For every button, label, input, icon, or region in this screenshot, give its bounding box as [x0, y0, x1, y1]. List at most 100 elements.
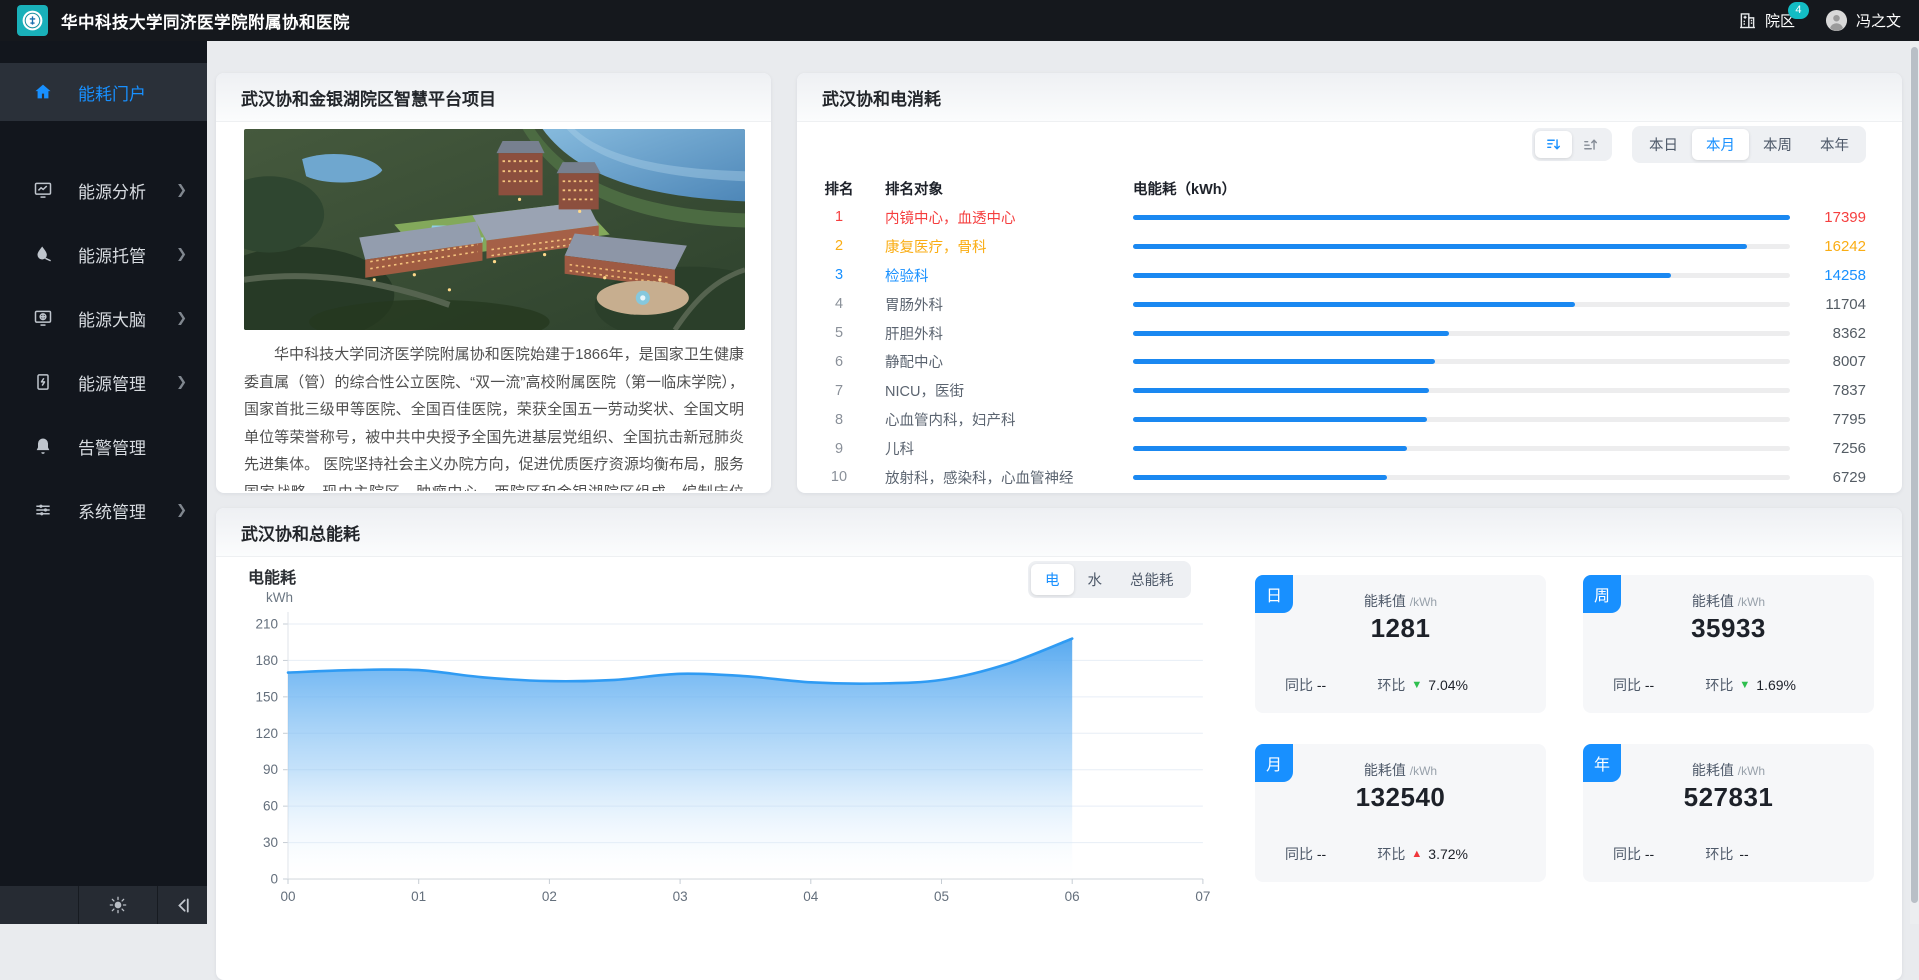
yoy-value: --	[1317, 846, 1326, 862]
yoy-label: 同比	[1613, 677, 1645, 693]
svg-text:01: 01	[411, 889, 426, 904]
sidebar-item-energy-hosting[interactable]: 能源托管❯	[0, 222, 207, 286]
time-tab-0[interactable]: 本日	[1635, 129, 1692, 160]
rank-value: 16242	[1804, 238, 1866, 255]
ranking-row: 5肝胆外科8362	[823, 319, 1866, 348]
energy-area-chart[interactable]: 03060901201501802100001020304050607kWh	[240, 582, 1230, 932]
page-scrollbar-thumb[interactable]	[1911, 47, 1918, 903]
stat-card-label: 能耗值 /kWh	[1583, 760, 1874, 780]
ranking-row: 9儿科7256	[823, 434, 1866, 463]
ranking-row: 8心血管内科，妇产科7795	[823, 405, 1866, 434]
rank-bar-track	[1133, 388, 1790, 393]
ranking-row: 10放射科，感染科，心血管神经6729	[823, 463, 1866, 492]
hospital-logo-icon	[17, 5, 48, 36]
stat-card-月: 月能耗值 /kWh132540同比 --环比▲3.72%	[1255, 744, 1546, 882]
rank-target-name: 心血管内科，妇产科	[885, 409, 1133, 430]
time-tab-2[interactable]: 本周	[1749, 129, 1806, 160]
rank-bar-fill	[1133, 388, 1429, 393]
project-panel-title: 武汉协和金银湖院区智慧平台项目	[241, 85, 496, 110]
yoy-value: --	[1645, 677, 1654, 693]
rank-bar-fill	[1133, 273, 1671, 278]
sort-descending-button[interactable]	[1535, 131, 1572, 158]
sidebar-item-energy-management[interactable]: 能源管理❯	[0, 350, 207, 414]
rank-bar	[1133, 388, 1790, 393]
bell-icon	[33, 436, 57, 456]
energy-value-label: 能耗值	[1364, 762, 1410, 778]
svg-text:150: 150	[255, 689, 278, 704]
yoy-cell: 同比 --	[1285, 675, 1377, 695]
rank-bar-fill	[1133, 359, 1435, 364]
mom-cell: 环比▲3.72%	[1377, 844, 1516, 864]
ranking-panel-title: 武汉协和电消耗	[822, 85, 941, 110]
sidebar: 能耗门户能源分析❯能源托管❯能源大脑❯能源管理❯告警管理系统管理❯	[0, 41, 207, 924]
rank-bar-fill	[1133, 331, 1449, 336]
mom-cell: 环比▼1.69%	[1705, 675, 1844, 695]
svg-text:90: 90	[263, 762, 278, 777]
rank-target-name: 内镜中心，血透中心	[885, 207, 1133, 228]
header-actions: 院区 4 冯之文	[1737, 9, 1919, 32]
rank-number: 4	[823, 296, 855, 312]
chevron-right-icon: ❯	[176, 502, 187, 518]
total-energy-panel: 武汉协和总能耗 电能耗 电水总能耗 0306090120150180210000…	[216, 508, 1902, 980]
svg-text:0: 0	[270, 872, 278, 887]
rank-bar-track	[1133, 273, 1790, 278]
stat-card-footer: 同比 --环比▼7.04%	[1285, 675, 1516, 695]
stat-card-label: 能耗值 /kWh	[1583, 591, 1874, 611]
mom-label: 环比	[1705, 844, 1733, 864]
svg-text:30: 30	[263, 835, 278, 850]
triangle-down-icon: ▼	[1739, 680, 1750, 691]
sun-icon	[108, 895, 128, 915]
rank-number: 8	[823, 412, 855, 428]
rank-value: 14258	[1804, 267, 1866, 284]
theme-toggle-button[interactable]	[78, 886, 157, 924]
rank-target-name: 儿科	[885, 438, 1133, 459]
column-energy: 电能耗（kWh）	[1133, 178, 1790, 199]
mom-value: 3.72%	[1428, 846, 1468, 862]
stat-card-footer: 同比 --环比▼1.69%	[1613, 675, 1844, 695]
sidebar-item-alarm-management[interactable]: 告警管理	[0, 414, 207, 478]
project-panel-header: 武汉协和金银湖院区智慧平台项目	[216, 73, 771, 122]
user-menu[interactable]: 冯之文	[1825, 9, 1901, 32]
project-description: 华中科技大学同济医学院附属协和医院始建于1866年，是国家卫生健康委直属（管）的…	[244, 341, 744, 491]
sidebar-footer-spacer	[0, 886, 78, 924]
rank-number: 6	[823, 354, 855, 370]
sidebar-item-label: 能源管理	[78, 370, 146, 395]
sidebar-item-label: 告警管理	[78, 434, 146, 459]
rank-bar-fill	[1133, 244, 1747, 249]
monitor-chart-icon	[33, 180, 57, 200]
mom-label: 环比	[1377, 844, 1405, 864]
main-content: 武汉协和金银湖院区智慧平台项目	[207, 41, 1919, 924]
stat-card-footer: 同比 --环比--	[1613, 844, 1844, 864]
sidebar-item-energy-brain[interactable]: 能源大脑❯	[0, 286, 207, 350]
sort-ascending-button[interactable]	[1572, 131, 1609, 158]
rank-bar	[1133, 244, 1790, 249]
sidebar-item-portal[interactable]: 能耗门户	[0, 63, 207, 121]
rank-bar-fill	[1133, 302, 1575, 307]
energy-value-unit: /kWh	[1410, 764, 1437, 778]
yoy-value: --	[1317, 677, 1326, 693]
energy-value-label: 能耗值	[1692, 593, 1738, 609]
time-tab-1[interactable]: 本月	[1692, 129, 1749, 160]
yoy-cell: 同比 --	[1613, 675, 1705, 695]
sidebar-item-system-management[interactable]: 系统管理❯	[0, 478, 207, 542]
rank-value: 7837	[1804, 382, 1866, 399]
energy-panel-header: 武汉协和总能耗	[216, 508, 1902, 557]
time-tab-3[interactable]: 本年	[1806, 129, 1863, 160]
sidebar-item-energy-analysis[interactable]: 能源分析❯	[0, 158, 207, 222]
column-rank: 排名	[823, 178, 855, 199]
ranking-table-header: 排名 排名对象 电能耗（kWh）	[823, 173, 1866, 203]
sidebar-collapse-button[interactable]	[157, 886, 207, 924]
energy-value-label: 能耗值	[1692, 762, 1738, 778]
rank-number: 1	[823, 209, 855, 225]
rank-number: 9	[823, 441, 855, 457]
rank-number: 10	[823, 469, 855, 485]
rank-bar	[1133, 417, 1790, 422]
sort-ascending-icon	[1582, 136, 1599, 153]
mom-cell: 环比--	[1705, 844, 1844, 864]
electricity-ranking-panel: 武汉协和电消耗 本日本月本周本年 排名 排名对象	[797, 73, 1902, 493]
svg-text:210: 210	[255, 617, 278, 632]
mom-value: 7.04%	[1428, 677, 1468, 693]
campus-switcher[interactable]: 院区 4	[1737, 10, 1795, 31]
mom-label: 环比	[1377, 675, 1405, 695]
rank-target-name: 检验科	[885, 265, 1133, 286]
